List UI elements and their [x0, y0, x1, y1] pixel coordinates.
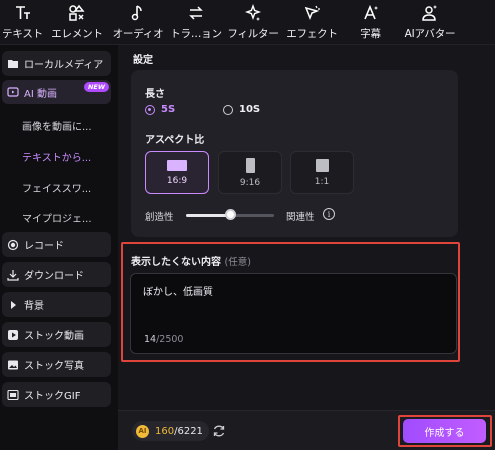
sidebar-sub-text-to-video[interactable]: テキストから... — [22, 149, 91, 164]
sparkle-icon — [244, 4, 262, 22]
aspect-label: アスペクト比 — [145, 135, 205, 146]
sidebar-item-record[interactable]: レコード — [2, 232, 111, 257]
aspect-1-1-option[interactable]: 1:1 — [290, 151, 354, 194]
toolbar-filter-button[interactable]: フィルター — [225, 0, 281, 45]
credits-badge: AI 160/6221 — [132, 421, 209, 441]
toolbar-filter-label: フィルター — [227, 28, 279, 40]
toolbar-text-button[interactable]: テキスト — [0, 0, 45, 45]
sidebar-sub-face-swap[interactable]: フェイススワ... — [22, 180, 91, 195]
landscape-ratio-icon — [167, 159, 187, 171]
relevance-label: 関連性 — [286, 212, 315, 223]
aspect-16-9-option[interactable]: 16:9 — [145, 151, 209, 194]
caption-icon — [362, 4, 380, 22]
sidebar-item-local-media[interactable]: ローカルメディア — [2, 51, 111, 76]
negative-prompt-title: 表示したくない内容 (任意) — [131, 257, 251, 268]
toolbar-effect-button[interactable]: エフェクト — [281, 0, 343, 45]
toolbar-transition-label: トラ…ョン — [170, 28, 222, 40]
download-icon — [7, 269, 19, 281]
length-5s-radio[interactable]: 5S — [145, 104, 175, 115]
settings-title: 設定 — [133, 55, 153, 66]
folder-icon — [7, 58, 19, 70]
sidebar-item-ai-video[interactable]: AI 動画 NEW — [2, 80, 111, 104]
creativity-slider-thumb[interactable] — [224, 209, 236, 220]
toolbar-avatar-button[interactable]: AIアバター — [398, 0, 462, 45]
transition-icon — [187, 4, 205, 22]
caret-right-icon — [7, 299, 19, 311]
sidebar-item-stock-video[interactable]: ストック動画 — [2, 322, 111, 347]
aspect-9-16-option[interactable]: 9:16 — [218, 151, 282, 194]
toolbar-elements-label: エレメント — [51, 28, 103, 40]
negative-prompt-value: ぼかし、低画質 — [143, 287, 213, 298]
creativity-slider-fill — [186, 214, 230, 217]
portrait-ratio-icon — [245, 157, 255, 173]
toolbar-effect-label: エフェクト — [286, 28, 338, 40]
sidebar-item-stock-photo[interactable]: ストック写真 — [2, 352, 111, 377]
sidebar-sub-my-projects[interactable]: マイプロジェ... — [22, 210, 92, 225]
square-ratio-icon — [315, 158, 329, 172]
length-label: 長さ — [145, 89, 165, 100]
toolbar-avatar-label: AIアバター — [404, 28, 456, 40]
toolbar-caption-label: 字幕 — [360, 28, 381, 40]
sidebar-sub-image-to-video[interactable]: 画像を動画に... — [22, 118, 92, 133]
effect-icon — [303, 4, 321, 22]
radio-selected-icon — [145, 104, 155, 115]
create-button[interactable]: 作成する — [403, 419, 486, 443]
ai-video-icon — [7, 86, 19, 98]
info-icon[interactable]: i — [323, 208, 335, 220]
length-10s-radio[interactable]: 10S — [223, 104, 260, 115]
creativity-label: 創造性 — [145, 212, 174, 223]
refresh-icon[interactable] — [212, 424, 226, 438]
text-icon — [14, 4, 32, 22]
elements-icon — [68, 4, 86, 22]
sidebar-item-stock-gif[interactable]: ストックGIF — [2, 382, 111, 407]
toolbar-transition-button[interactable]: トラ…ョン — [167, 0, 225, 45]
toolbar-audio-button[interactable]: オーディオ — [109, 0, 167, 45]
toolbar-caption-button[interactable]: 字幕 — [343, 0, 398, 45]
sidebar-item-background[interactable]: 背景 — [2, 292, 111, 317]
image-icon — [7, 359, 19, 371]
gif-icon — [7, 389, 19, 401]
character-counter: 14/2500 — [144, 334, 184, 345]
toolbar-text-label: テキスト — [2, 28, 43, 40]
toolbar-elements-button[interactable]: エレメント — [45, 0, 109, 45]
top-toolbar: テキスト エレメント オーディオ トラ…ョン フィルター エフェクト 字幕 AI… — [0, 0, 495, 45]
record-icon — [7, 239, 19, 251]
music-note-icon — [129, 4, 147, 22]
radio-unselected-icon — [223, 104, 233, 115]
new-badge: NEW — [83, 82, 109, 92]
sidebar-item-download[interactable]: ダウンロード — [2, 262, 111, 287]
play-icon — [7, 329, 19, 341]
coin-icon: AI — [136, 424, 149, 438]
toolbar-audio-label: オーディオ — [112, 28, 164, 40]
avatar-icon — [421, 4, 439, 22]
